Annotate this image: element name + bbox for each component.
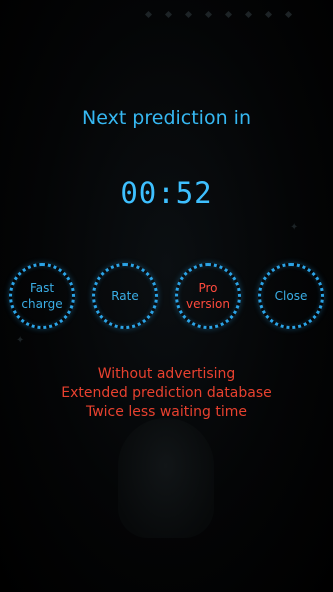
rate-button[interactable]: Rate xyxy=(92,263,158,329)
sparkle-icon: ✦ xyxy=(290,222,299,233)
pro-label-line1: Pro xyxy=(198,281,218,295)
close-label: Close xyxy=(274,289,308,303)
pro-label-line2: version xyxy=(186,297,230,311)
decorative-dots xyxy=(140,10,300,20)
pro-feature-item: Twice less waiting time xyxy=(85,404,247,420)
fingerprint-background xyxy=(118,418,214,538)
fast-charge-button[interactable]: Fast charge xyxy=(9,263,75,329)
close-button[interactable]: Close xyxy=(258,263,324,329)
pro-feature-item: Without advertising xyxy=(97,366,236,382)
pro-features-list: Without advertising Extended prediction … xyxy=(0,365,333,422)
countdown-timer: 00:52 xyxy=(120,176,213,210)
pro-version-button[interactable]: Pro version xyxy=(175,263,241,329)
pro-feature-item: Extended prediction database xyxy=(61,385,272,401)
sparkle-icon: ✦ xyxy=(16,335,25,346)
dialog-title: Next prediction in xyxy=(82,107,251,129)
prediction-wait-screen: ✦ ✦ Next prediction in 00:52 Fast charge… xyxy=(0,0,333,592)
rate-label: Rate xyxy=(111,289,139,303)
fast-charge-label-line1: Fast xyxy=(29,281,55,295)
fast-charge-label-line2: charge xyxy=(21,297,63,311)
